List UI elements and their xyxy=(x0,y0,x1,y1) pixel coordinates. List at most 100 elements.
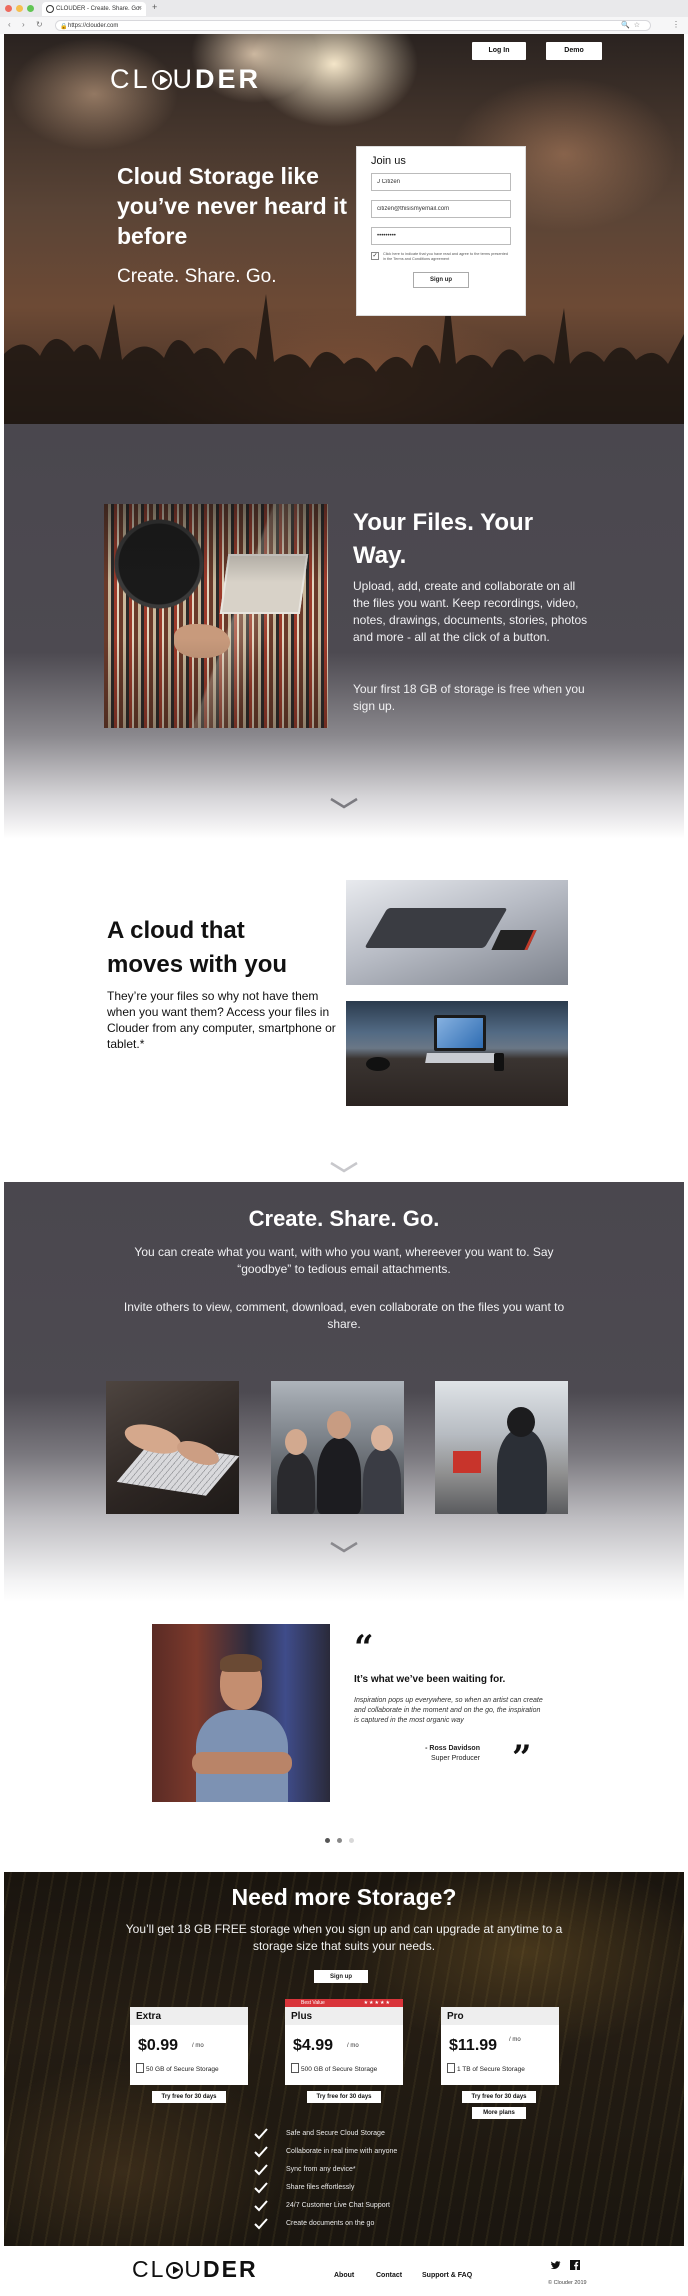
password-field[interactable] xyxy=(371,227,511,245)
chevron-down-icon[interactable] xyxy=(329,796,359,810)
pricing-title: Need more Storage? xyxy=(231,1884,457,1910)
plan-name: Extra xyxy=(130,2007,248,2025)
laptop-shape xyxy=(364,908,508,948)
logo-text-bold: DER xyxy=(195,64,262,94)
street-headphones-photo xyxy=(435,1381,568,1514)
back-icon[interactable]: ‹ xyxy=(8,20,11,29)
login-button[interactable]: Log In xyxy=(472,42,526,60)
try-free-button-plus[interactable]: Try free for 30 days xyxy=(307,2091,381,2103)
email-field[interactable] xyxy=(371,200,511,218)
more-plans-button[interactable]: More plans xyxy=(472,2107,526,2119)
benefit-text: Share files effortlessly xyxy=(286,2184,355,2191)
chevron-down-icon[interactable] xyxy=(329,1160,359,1174)
plan-storage: 50 GB of Secure Storage xyxy=(136,2063,246,2073)
play-icon xyxy=(166,2262,184,2279)
plan-storage: 1 TB of Secure Storage xyxy=(447,2063,557,2073)
benefit-item: 24/7 Customer Live Chat Support xyxy=(254,2200,397,2218)
vinyl-records-photo xyxy=(104,504,328,728)
files-title: Your Files. Your Way. xyxy=(353,509,534,569)
page: CLOUDER - Create. Share. Go. × + ‹ › ↻ 🔒… xyxy=(0,0,688,2296)
best-value-label: Best Value xyxy=(301,2000,325,2006)
arms-shape xyxy=(192,1752,292,1774)
url-text: https://clouder.com xyxy=(68,23,119,29)
plan-price: $11.99 xyxy=(449,2037,498,2054)
logo-text-mid: U xyxy=(184,2256,204,2282)
terms-checkbox[interactable]: ✓ xyxy=(371,252,379,260)
crowd-silhouette-image xyxy=(4,290,684,424)
benefit-text: 24/7 Customer Live Chat Support xyxy=(286,2202,390,2209)
keyboard-shape xyxy=(425,1053,497,1063)
plan-card-pro: Pro $11.99 / mo 1 TB of Secure Storage xyxy=(441,2007,559,2085)
address-bar[interactable]: 🔒 https://clouder.com 🔍☆ xyxy=(55,20,651,31)
author-name: - Ross Davidson xyxy=(425,1745,480,1752)
logo-text-light: CL xyxy=(110,64,151,94)
typing-laptop-photo xyxy=(106,1381,239,1514)
try-free-button-extra[interactable]: Try free for 30 days xyxy=(152,2091,226,2103)
document-icon xyxy=(291,2063,299,2073)
checkmark-icon xyxy=(254,2218,268,2230)
laptop-desk-photo xyxy=(346,1001,568,1106)
csg-title: Create. Share. Go. xyxy=(248,1206,440,1231)
carousel-dot[interactable] xyxy=(349,1838,354,1843)
moves-title: A cloud that moves with you xyxy=(107,917,288,978)
address-bar-icons[interactable]: 🔍☆ xyxy=(621,21,644,31)
name-field[interactable] xyxy=(371,173,511,191)
carousel-dot[interactable] xyxy=(325,1838,330,1843)
favicon-icon xyxy=(46,5,54,13)
author-role: Super Producer xyxy=(430,1755,480,1762)
demo-button[interactable]: Demo xyxy=(546,42,602,60)
person-shape xyxy=(277,1451,315,1514)
footer-logo[interactable]: CL UDER xyxy=(132,2256,258,2283)
plan-card-extra: Extra $0.99 / mo 50 GB of Secure Storage xyxy=(130,2007,248,2085)
forward-icon[interactable]: › xyxy=(22,20,25,29)
join-signup-button[interactable]: Sign up xyxy=(413,272,469,288)
footer-link-support[interactable]: Support & FAQ xyxy=(422,2272,472,2279)
facebook-icon[interactable] xyxy=(570,2260,580,2270)
producer-portrait-photo xyxy=(152,1624,330,1802)
people-sharing-photo xyxy=(271,1381,404,1514)
plan-card-plus: Best Value ★★★★★ Plus $4.99 / mo 500 GB o… xyxy=(285,1999,403,2085)
logo-text-mid: U xyxy=(172,64,196,94)
copyright: © Clouder 2019 xyxy=(548,2280,587,2286)
files-free-storage: Your first 18 GB of storage is free when… xyxy=(353,682,585,713)
document-icon xyxy=(136,2063,144,2073)
tab-title: CLOUDER - Create. Share. Go. xyxy=(56,6,142,12)
benefit-item: Collaborate in real time with anyone xyxy=(254,2146,397,2164)
benefit-text: Collaborate in real time with anyone xyxy=(286,2148,398,2155)
reload-icon[interactable]: ↻ xyxy=(36,20,43,29)
new-tab-button[interactable]: + xyxy=(152,2,157,12)
close-window-icon[interactable] xyxy=(5,5,12,12)
csg-paragraph-2: Invite others to view, comment, download… xyxy=(123,1300,565,1331)
plan-storage: 500 GB of Secure Storage xyxy=(291,2063,401,2073)
twitter-icon[interactable] xyxy=(551,2260,561,2270)
plan-price: $0.99 xyxy=(138,2037,179,2054)
plan-storage-text: 500 GB of Secure Storage xyxy=(301,2066,378,2073)
checkmark-icon xyxy=(254,2146,268,2158)
benefit-text: Sync from any device* xyxy=(286,2166,356,2173)
carousel-dots xyxy=(325,1838,354,1843)
open-quote-icon: “ xyxy=(354,1628,374,1668)
testimonial-heading: It’s what we’ve been waiting for. xyxy=(354,1674,506,1685)
plan-name: Pro xyxy=(441,2007,559,2025)
checkmark-icon xyxy=(254,2200,268,2212)
minimize-window-icon[interactable] xyxy=(16,5,23,12)
footer-link-about[interactable]: About xyxy=(334,2272,354,2279)
checkmark-icon xyxy=(254,2128,268,2140)
drive-shape xyxy=(491,930,537,950)
logo-text-bold: DER xyxy=(203,2256,258,2282)
carousel-dot[interactable] xyxy=(337,1838,342,1843)
footer-link-contact[interactable]: Contact xyxy=(376,2272,402,2279)
logo[interactable]: CL UDER xyxy=(110,64,261,95)
chevron-down-icon[interactable] xyxy=(329,1540,359,1554)
person-shape xyxy=(497,1429,547,1514)
try-free-button-pro[interactable]: Try free for 30 days xyxy=(462,2091,536,2103)
testimonial-author: - Ross Davidson Super Producer xyxy=(380,1744,480,1764)
browser-tab[interactable]: CLOUDER - Create. Share. Go. × xyxy=(42,2,146,16)
tab-close-icon[interactable]: × xyxy=(138,2,142,16)
maximize-window-icon[interactable] xyxy=(27,5,34,12)
pricing-signup-button[interactable]: Sign up xyxy=(314,1970,368,1983)
browser-menu-icon[interactable]: ⋮ xyxy=(672,20,680,29)
benefit-item: Create documents on the go xyxy=(254,2218,397,2236)
checkmark-icon xyxy=(254,2182,268,2194)
testimonial-body: Inspiration pops up everywhere, so when … xyxy=(354,1697,543,1724)
